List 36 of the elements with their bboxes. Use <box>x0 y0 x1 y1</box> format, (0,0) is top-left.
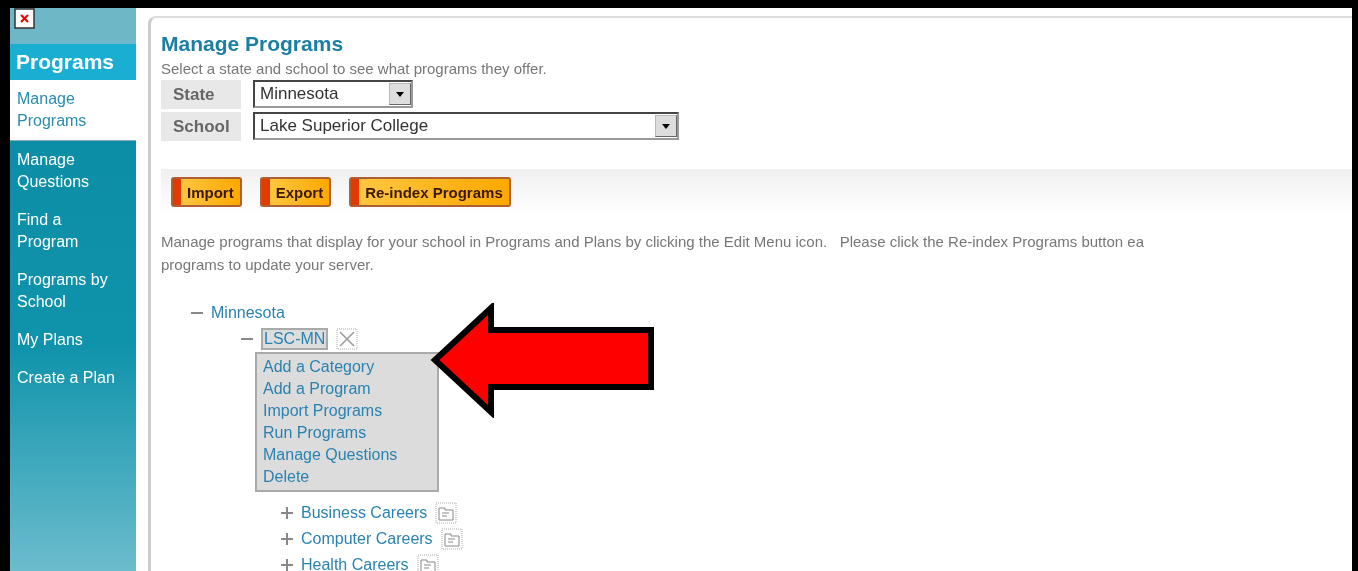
sidebar-item[interactable]: Create a Plan <box>10 359 136 397</box>
description-text: programs to update your server. <box>161 255 375 275</box>
sidebar-title: Programs <box>10 44 136 80</box>
field-label: School <box>161 112 241 141</box>
sidebar-item[interactable]: Manage Programs <box>10 80 136 141</box>
field-label: State <box>161 80 241 109</box>
toolbar-button[interactable]: Import <box>171 177 242 207</box>
dropdown-field[interactable]: Lake Superior College <box>253 112 679 140</box>
expand-icon[interactable] <box>281 507 293 519</box>
menu-item[interactable]: Import Programs <box>263 400 383 422</box>
menu-item[interactable]: Add a Program <box>263 378 371 400</box>
broken-image-icon <box>14 8 36 30</box>
edit-menu-icon[interactable] <box>336 328 359 350</box>
tree-node[interactable]: Business Careers <box>301 504 428 522</box>
dropdown-caret-icon[interactable] <box>655 115 677 137</box>
dropdown-field[interactable]: Minnesota <box>253 80 413 108</box>
menu-item[interactable]: Manage Questions <box>263 444 398 466</box>
dropdown-caret-icon[interactable] <box>389 83 411 105</box>
menu-item[interactable]: Run Programs <box>263 422 367 444</box>
tree-node[interactable]: Minnesota <box>211 304 285 322</box>
menu-item[interactable]: Add a Category <box>263 356 375 378</box>
tree-node[interactable]: Computer Careers <box>301 530 433 548</box>
toolbar-button[interactable]: Export <box>259 177 332 207</box>
sidebar-item[interactable]: Find a Program <box>10 201 136 261</box>
page-subtitle: Select a state and school to see what programs they offer. <box>161 60 548 77</box>
tree-node[interactable]: LSC-MN <box>261 328 329 350</box>
sidebar-item[interactable]: Programs by School <box>10 261 136 321</box>
toolbar-button[interactable]: Re-index Programs <box>349 177 511 207</box>
page-title: Manage Programs <box>161 32 345 56</box>
expand-icon[interactable] <box>281 533 293 545</box>
menu-item[interactable]: Delete <box>263 466 310 488</box>
expand-icon[interactable] <box>281 559 293 571</box>
sidebar-item[interactable]: Manage Questions <box>10 141 136 201</box>
description-text: Manage programs that display for your school in Programs and Plans by clicking the Edit Menu icon. Please click the Re-index Programs button ea <box>161 232 1145 252</box>
tree-node[interactable]: Health Careers <box>301 556 409 571</box>
sidebar-item[interactable]: My Plans <box>10 321 136 359</box>
